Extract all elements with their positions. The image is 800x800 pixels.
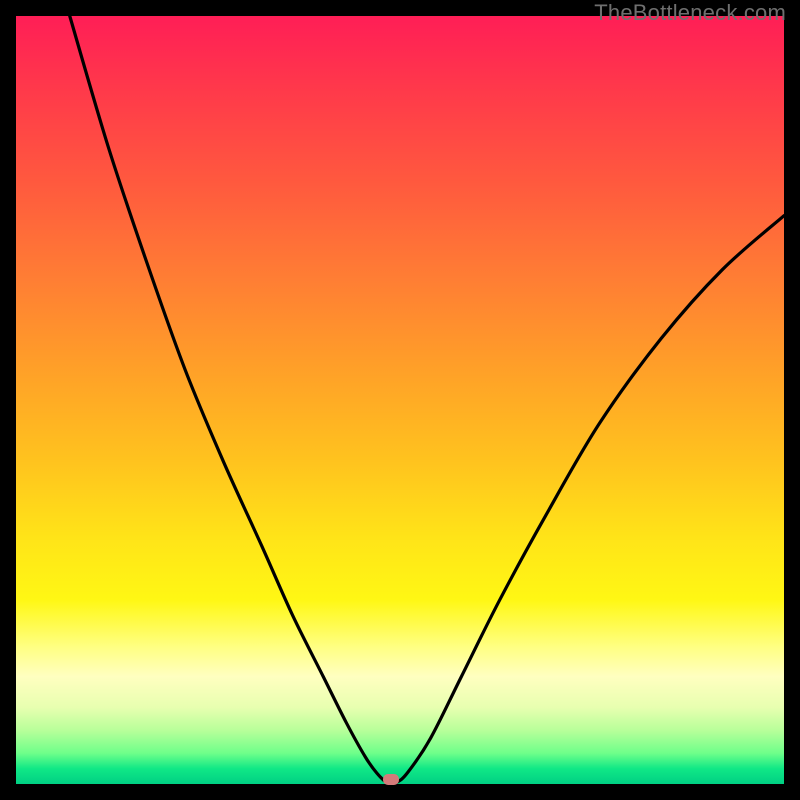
plot-area [16, 16, 784, 784]
watermark-text: TheBottleneck.com [594, 0, 786, 26]
bottleneck-curve [16, 16, 784, 784]
chart-stage: TheBottleneck.com [0, 0, 800, 800]
optimum-marker [383, 774, 399, 785]
curve-path [70, 16, 784, 784]
